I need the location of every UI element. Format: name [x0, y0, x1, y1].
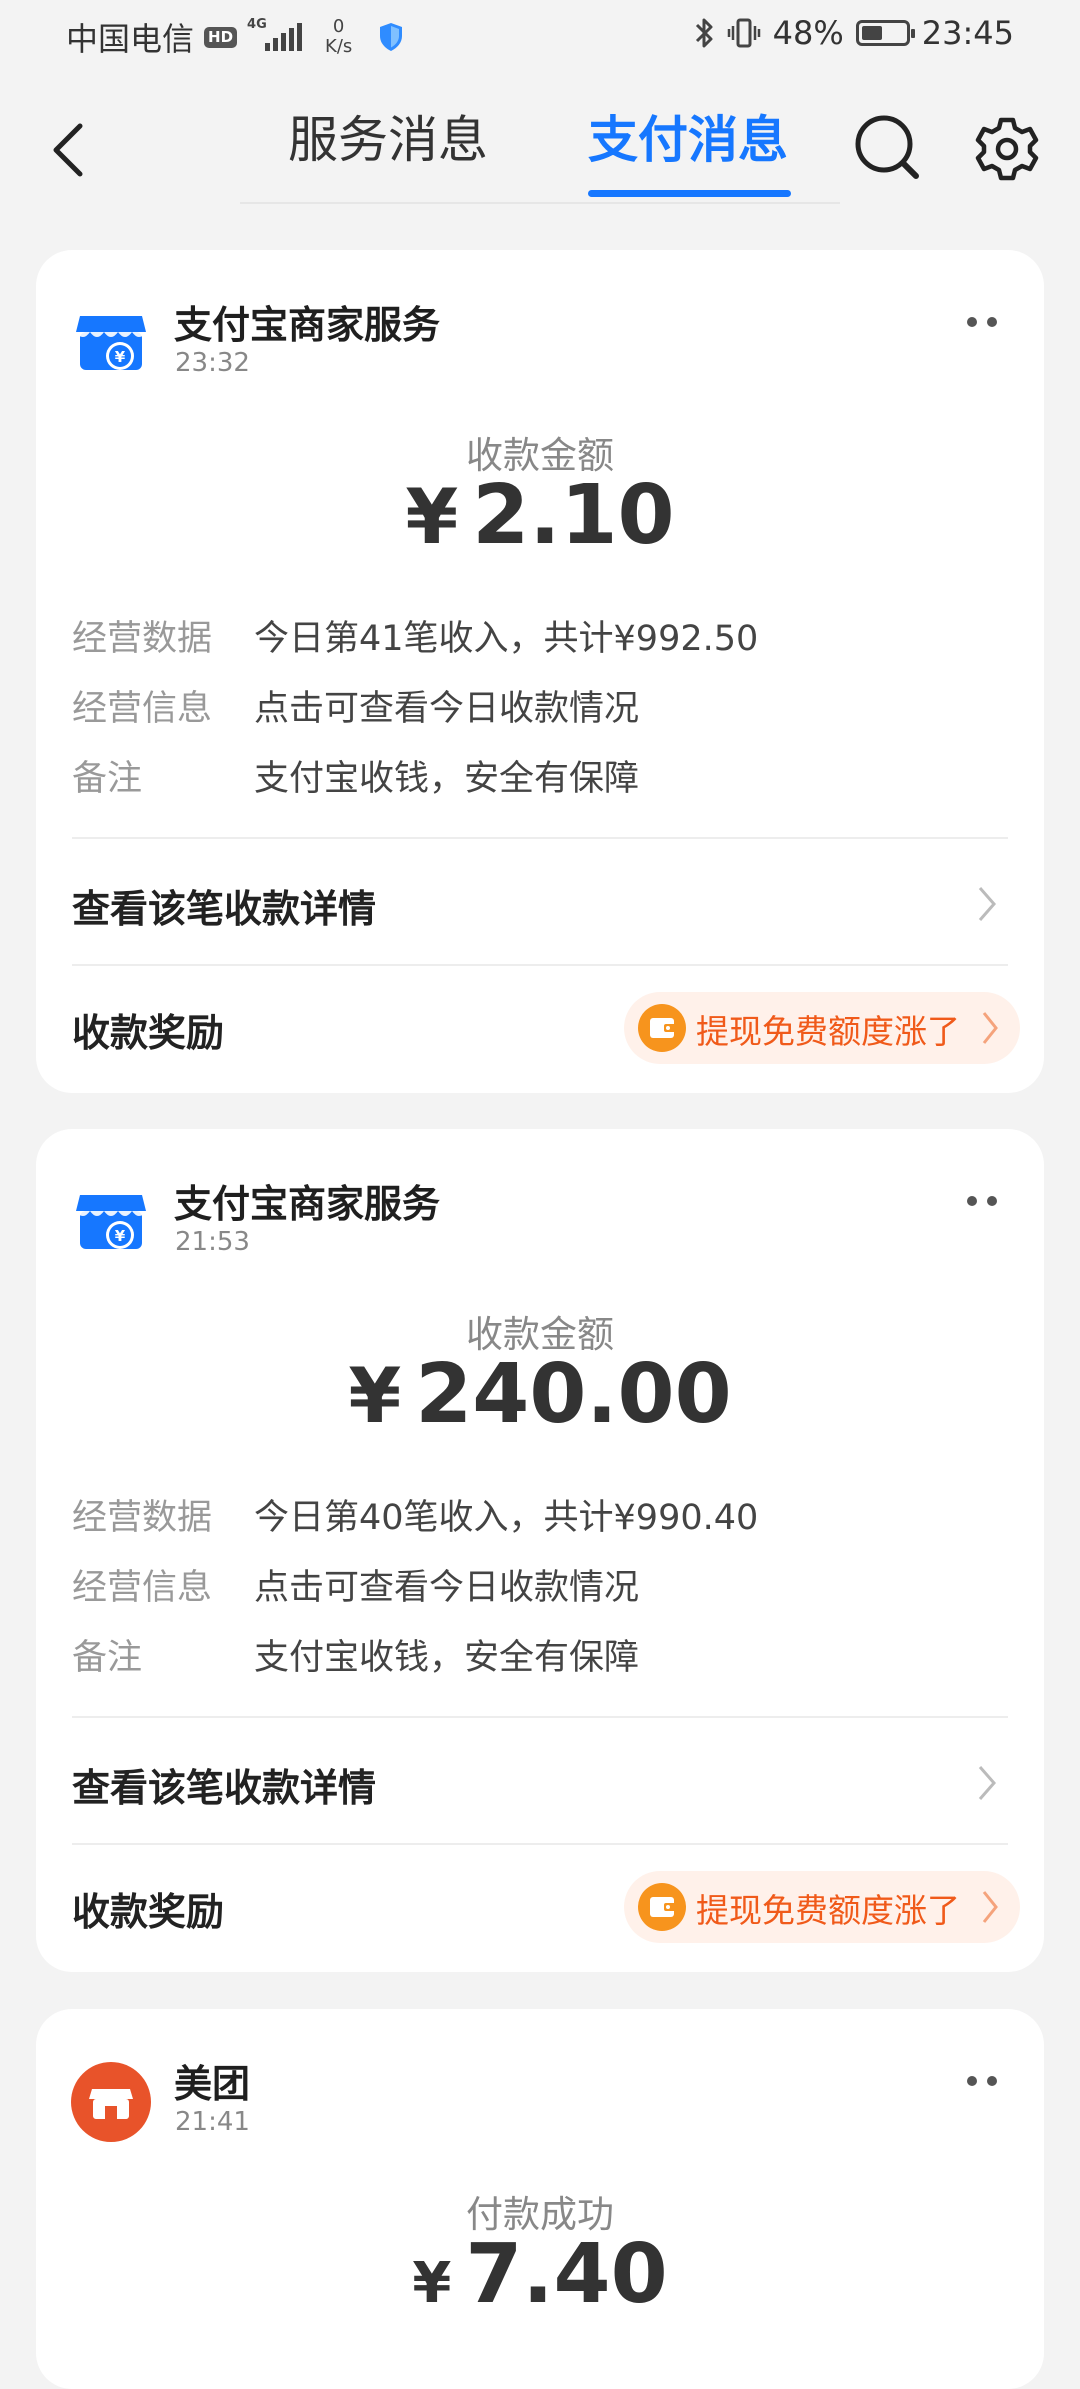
message-card[interactable]: 美团 21:41 付款成功 ¥7.40: [36, 2009, 1044, 2389]
network-speed-unit: K/s: [325, 36, 353, 57]
network-speed: 0 K/s: [325, 17, 352, 57]
message-time: 21:41: [175, 2107, 250, 2137]
network-type: 4G: [247, 17, 267, 32]
reward-promo-button[interactable]: 提现免费额度涨了: [624, 1871, 1020, 1943]
search-button[interactable]: [852, 112, 922, 182]
amount-value: 240.00: [415, 1347, 732, 1442]
battery-icon: [855, 20, 915, 46]
reward-promo-text: 提现免费额度涨了: [696, 1012, 960, 1051]
info-row-remark: 备注 支付宝收钱，安全有保障: [72, 750, 639, 801]
alipay-merchant-store-icon: ¥: [76, 1195, 146, 1249]
divider: [72, 1716, 1008, 1718]
merchant-name: 美团: [174, 2062, 251, 2106]
reward-promo-button[interactable]: 提现免费额度涨了: [624, 992, 1020, 1064]
view-payment-details-link[interactable]: 查看该笔收款详情: [72, 1719, 1008, 1841]
chevron-right-icon: [982, 1891, 998, 1923]
reward-label: 收款奖励: [72, 1011, 225, 1055]
message-time: 23:32: [175, 348, 250, 378]
bluetooth-icon: [695, 18, 713, 48]
cellular-signal-icon: 4G: [247, 17, 309, 55]
info-row-business-data: 经营数据 今日第40笔收入，共计¥990.40: [72, 1489, 758, 1540]
info-label: 经营数据: [72, 619, 213, 659]
meituan-store-icon: [71, 2062, 151, 2142]
active-tab-indicator: [588, 190, 791, 197]
currency-symbol: ¥: [405, 472, 459, 561]
vibrate-icon: [727, 18, 760, 48]
alipay-merchant-store-icon: ¥: [76, 316, 146, 370]
info-value: 今日第41笔收入，共计¥992.50: [254, 619, 759, 659]
reward-promo-text: 提现免费额度涨了: [696, 1891, 960, 1930]
info-label: 备注: [72, 1638, 143, 1678]
status-bar: 中国电信 HD 4G 0 K/s 48% 23:45: [0, 0, 1080, 76]
more-options-button[interactable]: [960, 1191, 1004, 1211]
info-value: 今日第40笔收入，共计¥990.40: [254, 1498, 759, 1538]
info-row-business-data: 经营数据 今日第41笔收入，共计¥992.50: [72, 610, 758, 661]
wallet-icon: [638, 1883, 686, 1931]
divider: [72, 837, 1008, 839]
svg-text:¥: ¥: [115, 348, 126, 366]
info-row-business-info[interactable]: 经营信息 点击可查看今日收款情况: [72, 680, 639, 731]
back-button[interactable]: [46, 120, 96, 180]
more-options-button[interactable]: [960, 312, 1004, 332]
battery-percent: 48%: [772, 14, 844, 52]
info-label: 经营数据: [72, 1498, 213, 1538]
currency-symbol: ¥: [348, 1351, 402, 1440]
detail-link-label: 查看该笔收款详情: [72, 887, 377, 931]
amount: ¥7.40: [36, 2227, 1044, 2322]
reward-label: 收款奖励: [72, 1890, 225, 1934]
merchant-name: 支付宝商家服务: [174, 1182, 441, 1226]
message-card[interactable]: ¥ 支付宝商家服务 21:53 收款金额 ¥240.00 经营数据 今日第40笔收…: [36, 1129, 1044, 1972]
security-shield-icon: [380, 23, 403, 51]
detail-link-label: 查看该笔收款详情: [72, 1766, 377, 1810]
message-card[interactable]: ¥ 支付宝商家服务 23:32 收款金额 ¥2.10 经营数据 今日第41笔收入，…: [36, 250, 1044, 1093]
currency-symbol: ¥: [412, 2251, 452, 2316]
info-value: 点击可查看今日收款情况: [254, 689, 640, 729]
header: 服务消息 支付消息: [0, 90, 1080, 210]
info-value: 支付宝收钱，安全有保障: [254, 759, 640, 799]
divider: [72, 964, 1008, 966]
divider: [72, 1843, 1008, 1845]
chevron-right-icon: [982, 1012, 998, 1044]
tab-payment-messages[interactable]: 支付消息: [588, 108, 788, 172]
info-value: 点击可查看今日收款情况: [254, 1568, 640, 1608]
amount: ¥240.00: [36, 1347, 1044, 1442]
hd-badge: HD: [204, 26, 238, 48]
tab-service-messages[interactable]: 服务消息: [288, 108, 488, 172]
info-row-remark: 备注 支付宝收钱，安全有保障: [72, 1629, 639, 1680]
network-speed-value: 0: [332, 16, 345, 37]
amount-value: 2.10: [472, 468, 675, 563]
header-divider: [240, 202, 840, 204]
carrier-name: 中国电信: [66, 20, 195, 58]
amount-value: 7.40: [465, 2227, 668, 2322]
info-row-business-info[interactable]: 经营信息 点击可查看今日收款情况: [72, 1559, 639, 1610]
status-left: 中国电信 HD 4G 0 K/s: [66, 14, 404, 60]
more-options-button[interactable]: [960, 2071, 1004, 2091]
status-right: 48% 23:45: [693, 14, 1014, 52]
message-time: 21:53: [175, 1227, 250, 1257]
chevron-right-icon: [978, 1766, 996, 1800]
settings-gear-button[interactable]: [974, 116, 1040, 182]
wallet-icon: [638, 1004, 686, 1052]
view-payment-details-link[interactable]: 查看该笔收款详情: [72, 840, 1008, 962]
info-label: 备注: [72, 759, 143, 799]
info-label: 经营信息: [72, 1568, 213, 1608]
chevron-right-icon: [978, 887, 996, 921]
info-value: 支付宝收钱，安全有保障: [254, 1638, 640, 1678]
amount: ¥2.10: [36, 468, 1044, 563]
status-time: 23:45: [921, 14, 1014, 52]
svg-text:¥: ¥: [115, 1227, 126, 1245]
merchant-name: 支付宝商家服务: [174, 303, 441, 347]
info-label: 经营信息: [72, 689, 213, 729]
